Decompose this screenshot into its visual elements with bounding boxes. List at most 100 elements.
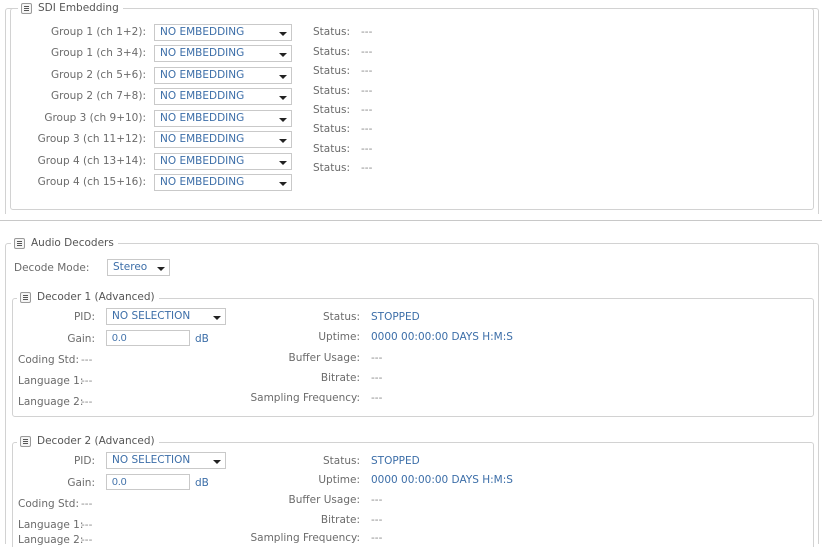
- sdi-group-select-value: NO EMBEDDING: [160, 133, 245, 145]
- collapse-toggle-icon[interactable]: [14, 237, 25, 249]
- status-value: ---: [361, 26, 373, 38]
- chevron-down-icon: [279, 32, 287, 36]
- sampling-frequency-label: Sampling Frequency:: [250, 392, 360, 404]
- uptime-value: 0000 00:00:00 DAYS H:M:S: [371, 331, 513, 343]
- sampling-frequency-value: ---: [371, 392, 383, 404]
- decode-mode-label: Decode Mode:: [14, 262, 90, 274]
- sdi-group-select[interactable]: NO EMBEDDING: [154, 67, 292, 84]
- sampling-frequency-value: ---: [371, 532, 383, 544]
- buffer-usage-value: ---: [371, 494, 383, 506]
- sdi-group-select[interactable]: NO EMBEDDING: [154, 24, 292, 41]
- decode-mode-select[interactable]: Stereo: [107, 259, 170, 276]
- language-1-label: Language 1:: [18, 375, 84, 387]
- pid-select[interactable]: NO SELECTION: [106, 452, 226, 469]
- sdi-group-label: Group 4 (ch 13+14):: [37, 155, 146, 167]
- buffer-usage-label: Buffer Usage:: [288, 352, 360, 364]
- buffer-usage-value: ---: [371, 352, 383, 364]
- collapse-toggle-icon[interactable]: [20, 291, 31, 303]
- status-value: ---: [361, 85, 373, 97]
- sdi-group-label: Group 4 (ch 15+16):: [37, 176, 146, 188]
- chevron-down-icon: [279, 139, 287, 143]
- pid-select-value: NO SELECTION: [112, 310, 191, 322]
- sdi-group-select-value: NO EMBEDDING: [160, 176, 245, 188]
- status-label: Status:: [323, 311, 360, 323]
- collapse-toggle-icon[interactable]: [21, 2, 32, 14]
- section-divider: [0, 220, 822, 221]
- bitrate-value: ---: [371, 514, 383, 526]
- sdi-group-label: Group 2 (ch 7+8):: [51, 90, 146, 102]
- coding-std-label: Coding Std:: [18, 498, 79, 510]
- gain-label: Gain:: [67, 333, 95, 345]
- language-1-value: ---: [81, 519, 93, 531]
- language-1-value: ---: [81, 375, 93, 387]
- buffer-usage-label: Buffer Usage:: [288, 494, 360, 506]
- sdi-group-select-value: NO EMBEDDING: [160, 47, 245, 59]
- uptime-value: 0000 00:00:00 DAYS H:M:S: [371, 474, 513, 486]
- status-value: ---: [361, 123, 373, 135]
- status-label: Status:: [313, 26, 350, 38]
- sdi-group-select[interactable]: NO EMBEDDING: [154, 174, 292, 191]
- sdi-group-select[interactable]: NO EMBEDDING: [154, 88, 292, 105]
- sdi-group-select[interactable]: NO EMBEDDING: [154, 110, 292, 127]
- decoder-2-title: Decoder 2 (Advanced): [37, 435, 155, 447]
- decode-mode-value: Stereo: [113, 261, 148, 273]
- chevron-down-icon: [279, 118, 287, 122]
- bitrate-label: Bitrate:: [320, 372, 360, 384]
- uptime-label: Uptime:: [318, 331, 360, 343]
- decoder-1-title: Decoder 1 (Advanced): [37, 291, 155, 303]
- status-label: Status:: [313, 143, 350, 155]
- gain-input[interactable]: [106, 330, 190, 346]
- sdi-group-label: Group 3 (ch 9+10):: [44, 112, 146, 124]
- sdi-group-select-value: NO EMBEDDING: [160, 112, 245, 124]
- chevron-down-icon: [279, 53, 287, 57]
- status-value: ---: [361, 104, 373, 116]
- sdi-group-label: Group 3 (ch 11+12):: [37, 133, 146, 145]
- gain-unit: dB: [195, 333, 209, 345]
- sdi-group-select-value: NO EMBEDDING: [160, 90, 245, 102]
- decoder-1-legend[interactable]: Decoder 1 (Advanced): [17, 291, 159, 303]
- language-2-value: ---: [81, 396, 93, 408]
- sdi-group-select[interactable]: NO EMBEDDING: [154, 153, 292, 170]
- status-label: Status:: [313, 162, 350, 174]
- chevron-down-icon: [279, 182, 287, 186]
- sdi-group-label: Group 2 (ch 5+6):: [51, 69, 146, 81]
- status-label: Status:: [313, 85, 350, 97]
- coding-std-value: ---: [81, 498, 93, 510]
- language-2-label: Language 2:: [18, 396, 84, 408]
- bitrate-value: ---: [371, 372, 383, 384]
- sdi-group-select[interactable]: NO EMBEDDING: [154, 131, 292, 148]
- decoder-2-legend[interactable]: Decoder 2 (Advanced): [17, 435, 159, 447]
- chevron-down-icon: [279, 161, 287, 165]
- audio-decoders-legend[interactable]: Audio Decoders: [11, 237, 118, 249]
- status-value: STOPPED: [371, 311, 420, 323]
- sdi-group-select-value: NO EMBEDDING: [160, 155, 245, 167]
- status-label: Status:: [313, 123, 350, 135]
- pid-select-value: NO SELECTION: [112, 454, 191, 466]
- pid-label: PID:: [73, 455, 95, 467]
- sdi-group-select-value: NO EMBEDDING: [160, 26, 245, 38]
- audio-decoders-title: Audio Decoders: [31, 237, 114, 249]
- sdi-group-label: Group 1 (ch 1+2):: [51, 26, 146, 38]
- uptime-label: Uptime:: [318, 474, 360, 486]
- status-value: ---: [361, 143, 373, 155]
- language-2-label: Language 2:: [18, 534, 84, 546]
- chevron-down-icon: [279, 96, 287, 100]
- status-label: Status:: [313, 65, 350, 77]
- sdi-group-select[interactable]: NO EMBEDDING: [154, 45, 292, 62]
- chevron-down-icon: [157, 267, 165, 271]
- status-value: ---: [361, 162, 373, 174]
- sdi-embedding-legend[interactable]: SDI Embedding: [18, 2, 123, 14]
- sdi-embedding-title: SDI Embedding: [38, 2, 119, 14]
- bitrate-label: Bitrate:: [320, 514, 360, 526]
- language-2-value: ---: [81, 534, 93, 546]
- chevron-down-icon: [279, 75, 287, 79]
- pid-select[interactable]: NO SELECTION: [106, 308, 226, 325]
- sampling-frequency-label: Sampling Frequency:: [250, 532, 360, 544]
- chevron-down-icon: [213, 460, 221, 464]
- status-value: STOPPED: [371, 455, 420, 467]
- gain-input[interactable]: [106, 474, 190, 490]
- status-value: ---: [361, 65, 373, 77]
- collapse-toggle-icon[interactable]: [20, 435, 31, 447]
- status-label: Status:: [313, 104, 350, 116]
- gain-unit: dB: [195, 477, 209, 489]
